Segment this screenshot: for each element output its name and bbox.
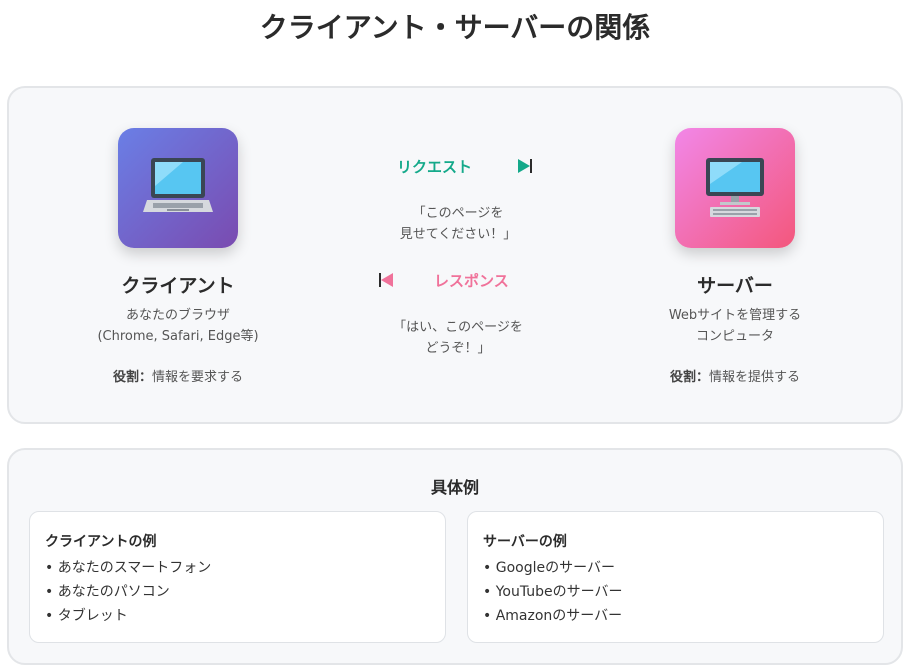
client-desc-line1: あなたのブラウザ [125, 308, 230, 323]
client-role: 役割：情報を要求する [48, 366, 308, 385]
server-icon-box [675, 128, 795, 248]
list-item: Googleのサーバー [483, 556, 623, 580]
response-message: 「はい、このページを どうぞ！」 [358, 317, 558, 359]
client-role-label: 役割： [112, 370, 152, 385]
server-role-label: 役割： [669, 370, 709, 385]
client-role-text: 情報を要求する [152, 370, 244, 385]
server-examples-title: サーバーの例 [483, 534, 567, 550]
request-message-line1: 「このページを [412, 206, 504, 221]
desktop-computer-icon [706, 158, 764, 217]
response-arrow-icon [379, 273, 393, 287]
list-item: タブレット [45, 604, 211, 628]
server-name: サーバー [697, 275, 773, 297]
response-label: レスポンス [434, 272, 509, 290]
client-name: クライアント [121, 275, 235, 297]
laptop-icon [143, 158, 213, 212]
response-message-line1: 「はい、このページを [393, 320, 523, 335]
request-label: リクエスト [397, 158, 473, 176]
server-description: Webサイトを管理する コンピュータ [605, 305, 865, 347]
client-examples-card: クライアントの例 あなたのスマートフォン あなたのパソコン タブレット [29, 511, 446, 643]
server-desc-line2: コンピュータ [695, 329, 774, 344]
request-message-line2: 見せてください！」 [399, 227, 517, 242]
client-icon-box [118, 128, 238, 248]
client-desc-line2: (Chrome, Safari, Edge等) [97, 329, 259, 344]
request-arrow-icon [518, 159, 532, 173]
list-item: YouTubeのサーバー [483, 580, 623, 604]
request-message: 「このページを 見せてください！」 [358, 203, 558, 245]
server-examples-list: Googleのサーバー YouTubeのサーバー Amazonのサーバー [483, 556, 623, 628]
response-message-line2: どうぞ！」 [425, 341, 491, 356]
client-examples-list: あなたのスマートフォン あなたのパソコン タブレット [45, 556, 212, 628]
client-examples-title: クライアントの例 [45, 534, 157, 550]
examples-title: 具体例 [430, 478, 479, 497]
list-item: Amazonのサーバー [483, 604, 623, 628]
server-desc-line1: Webサイトを管理する [668, 308, 802, 323]
server-role: 役割：情報を提供する [605, 366, 865, 385]
page-title: クライアント・サーバーの関係 [259, 11, 651, 44]
relationship-diagram: クライアント あなたのブラウザ (Chrome, Safari, Edge等) … [7, 86, 903, 424]
list-item: あなたのパソコン [45, 580, 211, 604]
server-role-text: 情報を提供する [709, 370, 801, 385]
list-item: あなたのスマートフォン [45, 556, 212, 580]
examples-panel: 具体例 クライアントの例 あなたのスマートフォン あなたのパソコン タブレット … [7, 448, 903, 665]
client-description: あなたのブラウザ (Chrome, Safari, Edge等) [48, 305, 308, 347]
server-examples-card: サーバーの例 Googleのサーバー YouTubeのサーバー Amazonのサ… [467, 511, 884, 643]
